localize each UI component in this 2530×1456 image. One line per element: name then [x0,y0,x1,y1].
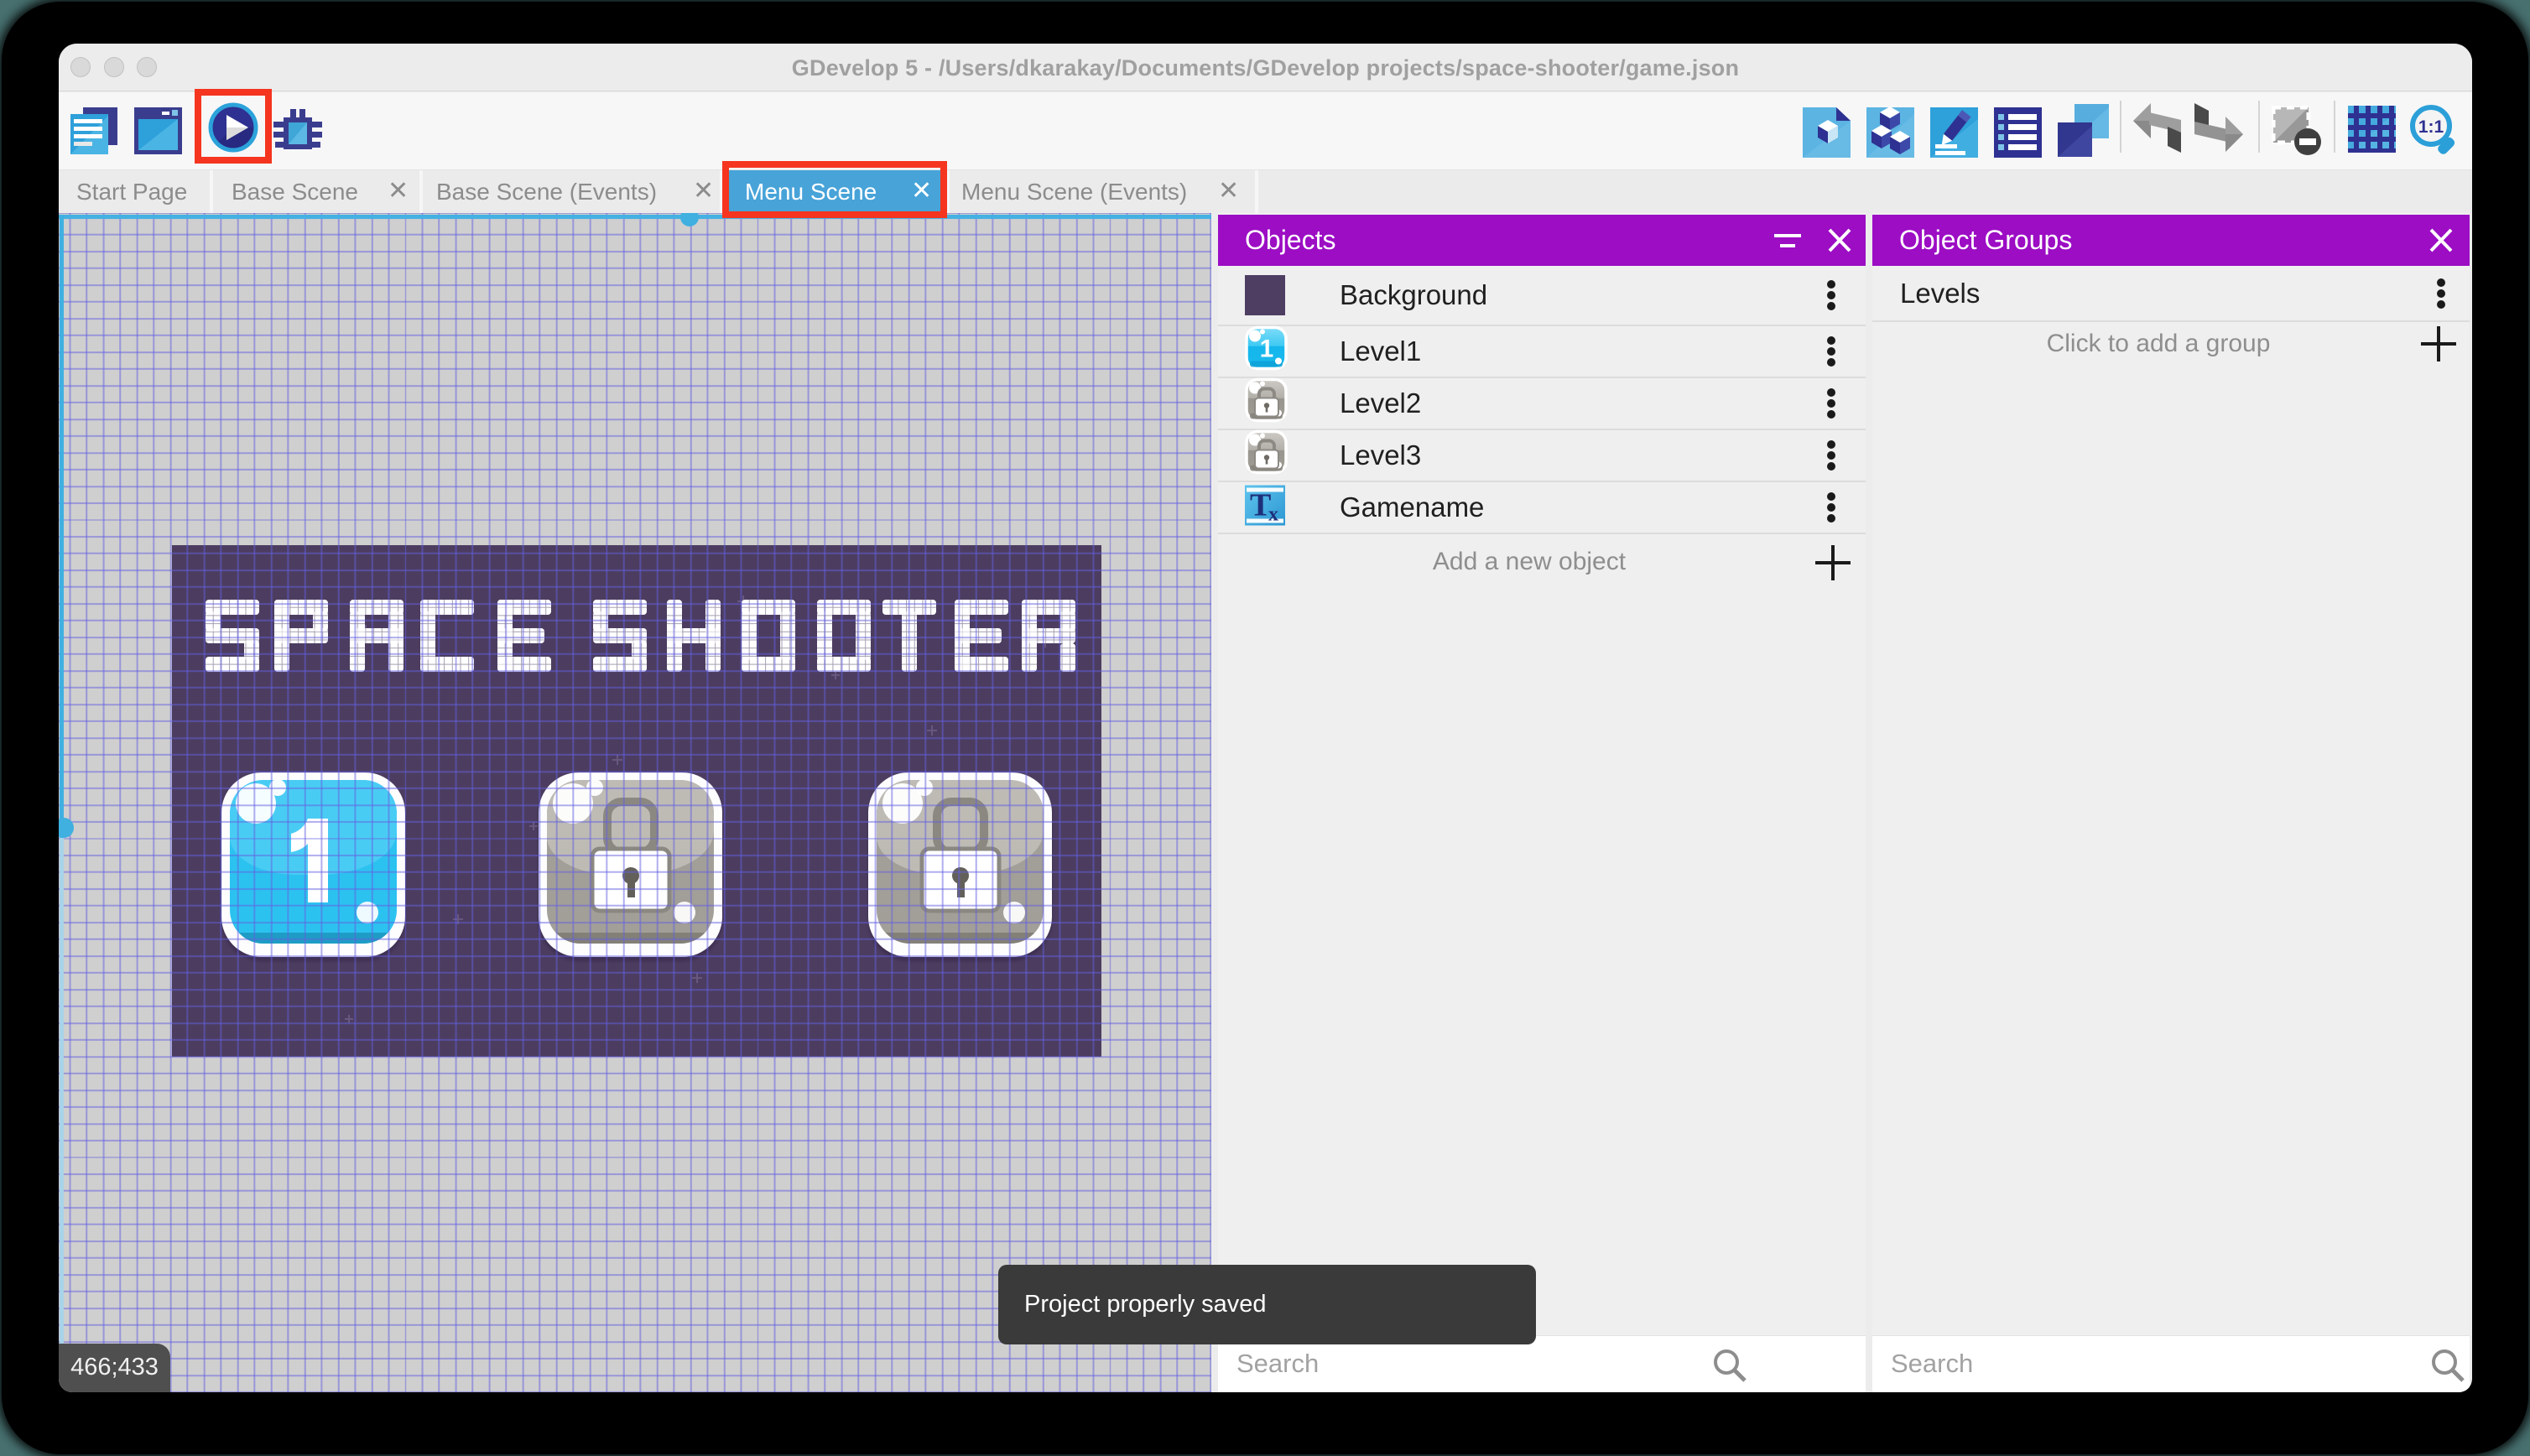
svg-text:x: x [1268,504,1278,526]
svg-text:1: 1 [1260,335,1274,363]
svg-text:1:1: 1:1 [2418,117,2444,137]
